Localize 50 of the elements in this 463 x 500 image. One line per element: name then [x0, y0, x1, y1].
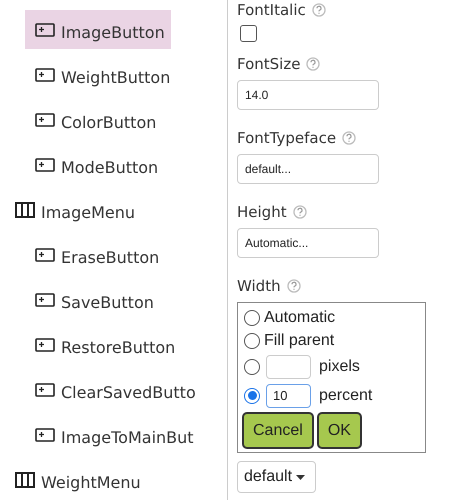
- button-icon: [35, 382, 55, 396]
- checkbox[interactable]: [240, 25, 257, 42]
- caret-icon: [296, 474, 306, 480]
- property-label: FontTypeface: [237, 129, 336, 147]
- tree-item[interactable]: EraseButton: [25, 235, 166, 274]
- text-field[interactable]: default...: [237, 154, 379, 184]
- button-icon: [35, 68, 55, 82]
- radio-button[interactable]: [244, 332, 260, 348]
- number-field[interactable]: [266, 354, 311, 378]
- help-icon[interactable]: [342, 131, 356, 145]
- property-label: FontSize: [237, 55, 300, 73]
- dialog-button[interactable]: Cancel: [242, 412, 314, 449]
- unit-label: percent: [319, 386, 372, 404]
- button-icon: [35, 428, 55, 442]
- option-label: Fill parent: [264, 332, 334, 350]
- help-icon[interactable]: [312, 3, 326, 17]
- radio-button[interactable]: [244, 310, 260, 326]
- columns-icon: [15, 472, 35, 488]
- tree-item[interactable]: WeightMenu: [15, 460, 147, 499]
- text-field[interactable]: Automatic...: [237, 228, 379, 258]
- tree-item[interactable]: SaveButton: [25, 280, 160, 319]
- button-icon: [35, 338, 55, 352]
- option-label: Automatic: [264, 308, 336, 326]
- button-icon: [35, 158, 55, 172]
- help-icon[interactable]: [292, 205, 307, 219]
- radio-button[interactable]: [244, 358, 260, 374]
- tree-item[interactable]: ImageButton: [25, 10, 171, 49]
- tree-item[interactable]: ImageToMainBut: [25, 415, 200, 454]
- tree-item[interactable]: ImageMenu: [15, 190, 142, 229]
- dropdown[interactable]: default: [237, 461, 316, 493]
- tree-item[interactable]: ClearSavedButto: [25, 370, 202, 409]
- button-icon: [35, 112, 55, 126]
- tree-item[interactable]: WeightButton: [25, 55, 176, 94]
- property-label: Height: [237, 203, 287, 221]
- radio-button[interactable]: [244, 388, 260, 404]
- dialog-button[interactable]: OK: [316, 412, 362, 449]
- property-label: Width: [237, 277, 281, 295]
- button-icon: [35, 22, 55, 36]
- help-icon[interactable]: [306, 57, 320, 71]
- number-field[interactable]: 10: [266, 384, 311, 408]
- property-label: FontItalic: [237, 1, 306, 19]
- unit-label: pixels: [319, 358, 360, 376]
- tree-item[interactable]: ModeButton: [25, 145, 164, 184]
- button-icon: [35, 248, 55, 262]
- columns-icon: [15, 202, 35, 218]
- text-field[interactable]: 14.0: [237, 80, 379, 110]
- help-icon[interactable]: [286, 279, 301, 293]
- tree-item[interactable]: RestoreButton: [25, 325, 182, 364]
- tree-item[interactable]: ColorButton: [25, 100, 162, 139]
- button-icon: [35, 292, 55, 306]
